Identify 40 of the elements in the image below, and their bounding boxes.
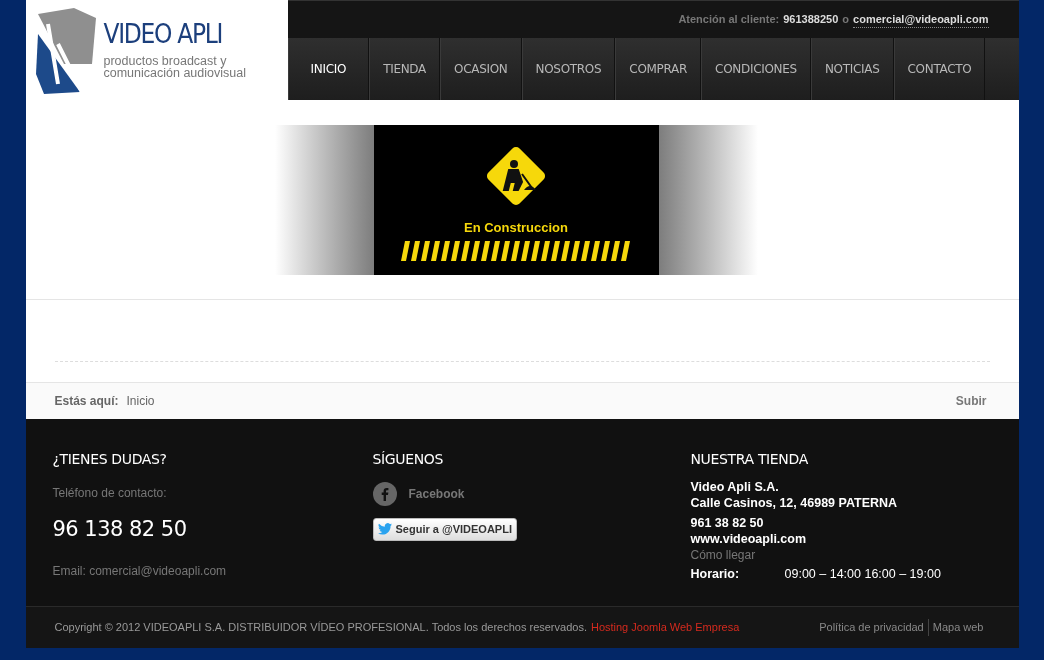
nav-tab[interactable]: NOTICIAS	[810, 38, 894, 100]
breadcrumb-label: Estás aquí:	[54, 393, 119, 410]
back-to-top-link[interactable]: Subir	[955, 392, 987, 410]
nav-tab[interactable]: OCASION	[440, 38, 522, 100]
hours-text: 09:00 – 14:00 16:00 – 19:00	[784, 566, 941, 582]
phone-label: Teléfono de contacto:	[52, 485, 168, 502]
nav-tab[interactable]: INICIO	[287, 38, 370, 100]
nav-tab[interactable]: CONTACTO	[893, 38, 986, 100]
nav-tab[interactable]: TIENDA	[369, 38, 440, 100]
footer-heading: SÍGUENOS	[372, 450, 445, 469]
facebook-icon	[372, 482, 397, 506]
facebook-link[interactable]: Facebook	[372, 482, 679, 506]
footer-link[interactable]: Mapa web	[927, 619, 984, 636]
footer-heading: ¿TIENES DUDAS?	[52, 450, 168, 469]
twitter-follow-button[interactable]: Seguir a @VIDEOAPLI	[372, 518, 517, 541]
directions-link[interactable]: Cómo llegar	[690, 547, 992, 563]
hosting-link[interactable]: Hosting Joomla Web Empresa	[590, 619, 740, 636]
store-address: Calle Casinos, 12, 46989 PATERNA	[690, 495, 899, 511]
store-phone: 961 38 82 50	[690, 515, 765, 531]
store-website-link[interactable]: www.videoapli.com	[690, 531, 992, 547]
logo-name: VIDEO APLI	[103, 20, 224, 47]
hours-label: Horario:	[690, 566, 741, 582]
footer-link[interactable]: Política de privacidad	[819, 619, 924, 636]
contact-label: Atención al cliente:	[678, 12, 780, 28]
phone-number: 96 138 82 50	[52, 516, 188, 543]
logo-tagline: productos broadcast y	[103, 54, 227, 67]
nav-tab[interactable]: COMPRAR	[615, 38, 702, 100]
bird-icon	[377, 523, 392, 536]
email-text: Email: comercial@videoapli.com	[52, 562, 228, 580]
contact-phone: 961388250	[783, 12, 839, 28]
contact-separator: o	[842, 12, 850, 28]
logo-tagline: comunicación audiovisual	[103, 67, 246, 80]
copyright-text: Copyright © 2012 VIDEOAPLI S.A. DISTRIBUIDOR VÍDEO PROFESIONAL. Todos los derechos reservados.	[54, 620, 587, 636]
nav-tab[interactable]: NOSOTROS	[521, 38, 616, 100]
contact-email-link[interactable]: comercial@videoapli.com	[853, 10, 989, 29]
nav-tab[interactable]: CONDICIONES	[701, 38, 811, 100]
footer-heading: NUESTRA TIENDA	[690, 450, 809, 469]
breadcrumb-link[interactable]: Inicio	[126, 392, 155, 410]
banner-caption: En Construccion	[464, 218, 568, 237]
store-name: Video Apli S.A.	[690, 479, 780, 495]
